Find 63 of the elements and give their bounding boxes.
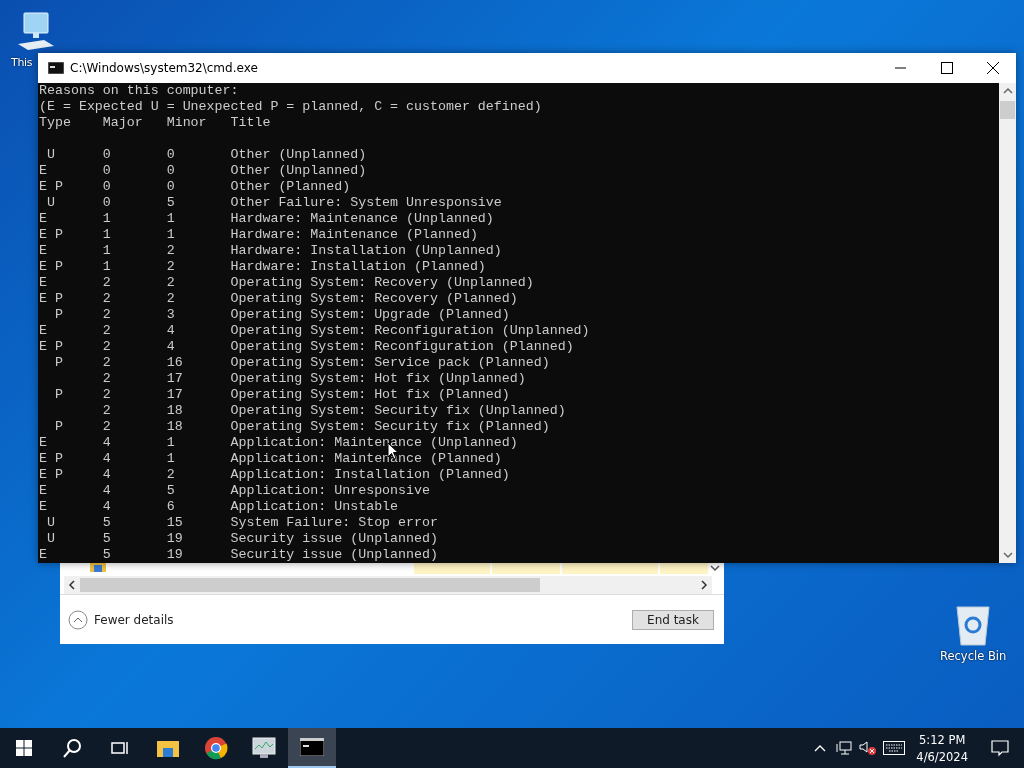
console-line: P 2 3 Operating System: Upgrade (Planned) bbox=[53, 307, 510, 323]
search-icon bbox=[62, 738, 82, 758]
taskbar-app-button[interactable] bbox=[288, 728, 336, 768]
collapse-icon bbox=[68, 609, 88, 630]
console-line: P 2 17 Operating System: Hot fix (Planned) bbox=[53, 387, 510, 403]
console-line: U 0 5 Other Failure: System Unresponsive bbox=[45, 195, 502, 211]
folder-icon bbox=[157, 739, 179, 757]
scroll-right-icon[interactable] bbox=[700, 580, 708, 590]
fewer-details-button[interactable]: Fewer details bbox=[68, 609, 174, 630]
console-line: E 1 1 Hardware: Maintenance (Unplanned) bbox=[39, 211, 494, 227]
console-line: 2 17 Operating System: Hot fix (Unplanned) bbox=[101, 371, 526, 387]
console-icon bbox=[300, 738, 324, 756]
console-line: 2 18 Operating System: Security fix (Unplanned) bbox=[101, 403, 566, 419]
console-line: E 2 4 Operating System: Reconfiguration (Unplanned) bbox=[39, 323, 590, 339]
end-task-button[interactable]: End task bbox=[632, 609, 714, 630]
vertical-scrollbar[interactable] bbox=[999, 83, 1016, 563]
window-title: C:\Windows\system32\cmd.exe bbox=[70, 61, 258, 75]
console-line: E 4 6 Application: Unstable bbox=[39, 499, 399, 515]
speech-bubble-icon bbox=[991, 739, 1009, 757]
console-line: P 2 16 Operating System: Service pack (Planned) bbox=[53, 355, 550, 371]
column-header: Type Major Minor Title bbox=[39, 115, 271, 131]
scroll-down-icon[interactable] bbox=[710, 564, 720, 572]
network-icon bbox=[836, 740, 853, 756]
console-line: P 2 18 Operating System: Security fix (Planned) bbox=[53, 419, 550, 435]
console-line: (E = Expected U = Unexpected P = planned, C = customer defined) bbox=[39, 99, 542, 115]
desktop-icon-label[interactable]: This bbox=[11, 56, 33, 69]
desktop-icon-label[interactable]: Recycle Bin bbox=[940, 649, 1007, 663]
task-view-icon bbox=[111, 740, 129, 756]
chevron-up-icon bbox=[814, 744, 827, 752]
console-line: E P 4 1 Application: Maintenance (Planned) bbox=[39, 451, 502, 467]
clock[interactable]: 5:12 PM 4/6/2024 bbox=[908, 728, 976, 768]
console-line: U 5 19 Security issue (Unplanned) bbox=[45, 531, 438, 547]
monitor-chart-icon bbox=[252, 737, 276, 759]
scrollbar-thumb[interactable] bbox=[1000, 101, 1015, 119]
scrollbar-thumb[interactable] bbox=[80, 578, 540, 592]
scroll-up-icon[interactable] bbox=[1002, 87, 1013, 95]
console-line: E 1 2 Hardware: Installation (Unplanned) bbox=[39, 243, 502, 259]
console-line: E P 1 2 Hardware: Installation (Planned) bbox=[39, 259, 486, 275]
console-icon bbox=[48, 62, 64, 74]
scroll-left-icon[interactable] bbox=[68, 580, 76, 590]
close-icon bbox=[987, 62, 999, 74]
console-line: U 0 0 Other (Unplanned) bbox=[45, 147, 367, 163]
console-line: Reasons on this computer: bbox=[39, 83, 239, 99]
muted-speaker-icon bbox=[859, 740, 878, 756]
console-line: E 4 1 Application: Maintenance (Unplanned) bbox=[39, 435, 518, 451]
console-line: E P 1 1 Hardware: Maintenance (Planned) bbox=[39, 227, 478, 243]
windows-logo-icon bbox=[16, 740, 32, 756]
clock-date: 4/6/2024 bbox=[916, 749, 968, 764]
console-line: U 5 15 System Failure: Stop error bbox=[45, 515, 438, 531]
browser-icon bbox=[204, 736, 228, 760]
console-line: E P 0 0 Other (Planned) bbox=[39, 179, 351, 195]
maximize-icon bbox=[941, 62, 953, 74]
console-line: E P 4 2 Application: Installation (Planned) bbox=[39, 467, 510, 483]
console-line: E P 2 2 Operating System: Recovery (Planned) bbox=[39, 291, 518, 307]
horizontal-scrollbar[interactable] bbox=[64, 576, 712, 594]
console-line: E 0 0 Other (Unplanned) bbox=[39, 163, 367, 179]
clock-time: 5:12 PM bbox=[918, 732, 967, 747]
console-line: E 5 19 Security issue (Unplanned) bbox=[39, 547, 438, 563]
console-line: E 4 5 Application: Unresponsive bbox=[39, 483, 430, 499]
console-line: E P 2 4 Operating System: Reconfiguration (Planned) bbox=[39, 339, 574, 355]
scroll-down-icon[interactable] bbox=[1002, 551, 1013, 559]
keyboard-icon bbox=[883, 741, 906, 755]
console-line: E 2 2 Operating System: Recovery (Unplanned) bbox=[39, 275, 534, 291]
